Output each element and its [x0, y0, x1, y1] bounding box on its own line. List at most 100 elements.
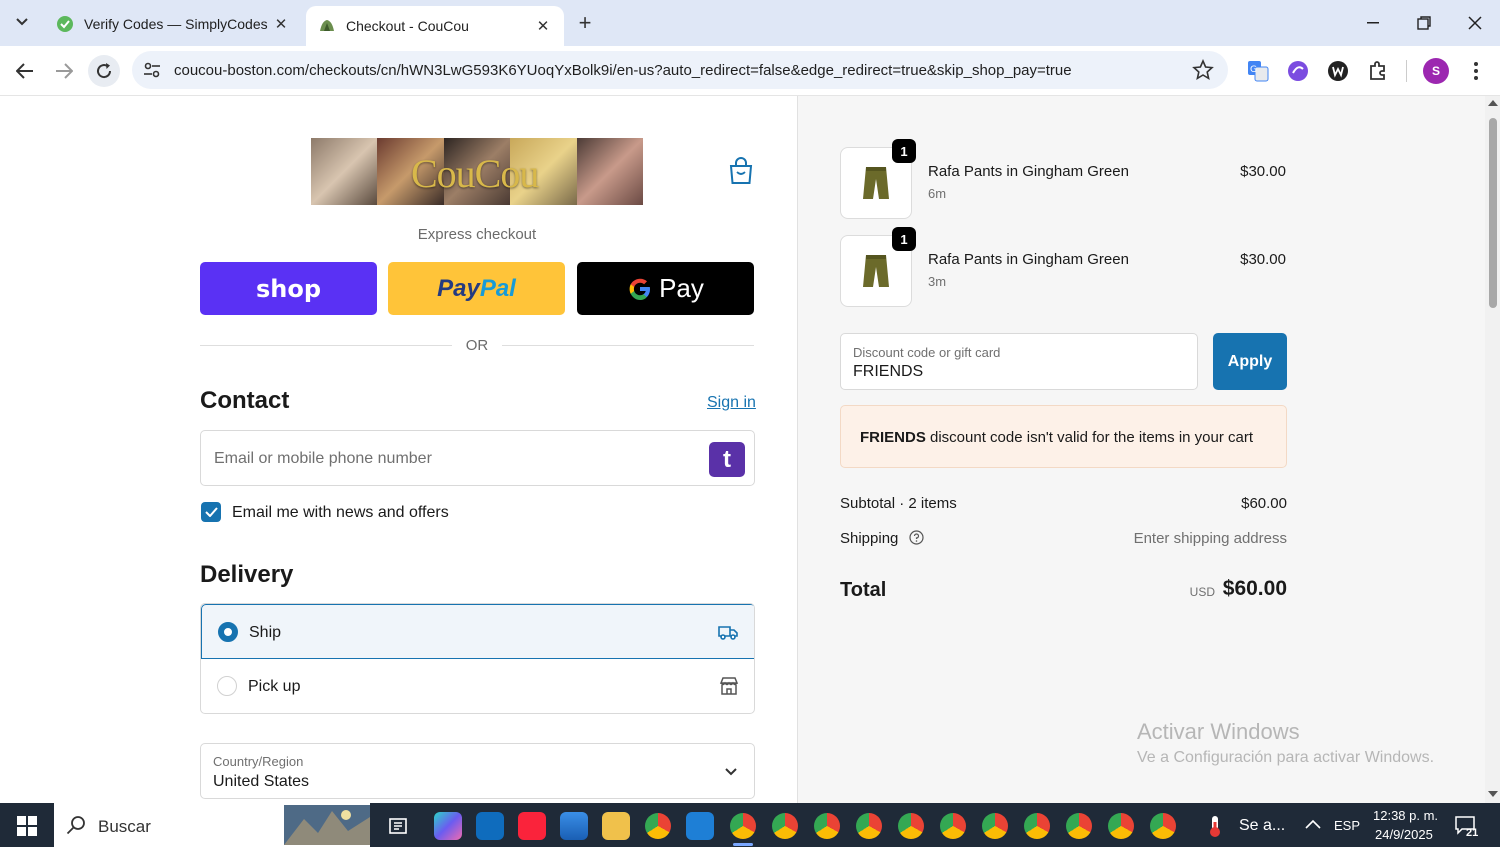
paypal-button[interactable]: Pay Pal — [388, 262, 565, 315]
back-button[interactable] — [9, 55, 41, 87]
close-icon — [1468, 16, 1482, 30]
chrome-profile-icon[interactable] — [1066, 813, 1092, 839]
chrome-profile-icon[interactable] — [982, 813, 1008, 839]
item-name: Rafa Pants in Gingham Green — [928, 251, 1129, 268]
arrow-left-icon — [16, 63, 33, 79]
apply-discount-button[interactable]: Apply — [1213, 333, 1287, 390]
chevron-down-icon — [16, 18, 28, 26]
delivery-option-pickup[interactable]: Pick up — [201, 659, 754, 713]
extensions-puzzle-icon[interactable] — [1365, 58, 1391, 84]
coucou-favicon-icon — [320, 20, 334, 31]
autofill-t-icon[interactable]: t — [709, 442, 745, 477]
item-variant: 6m — [928, 186, 947, 201]
active-app-indicator — [733, 843, 753, 846]
search-placeholder: Buscar — [98, 817, 151, 836]
close-window-button[interactable] — [1452, 6, 1498, 40]
address-bar[interactable]: coucou-boston.com/checkouts/cn/hWN3LwG59… — [132, 51, 1228, 89]
restore-icon — [1417, 16, 1431, 30]
taskbar-search[interactable]: Buscar — [54, 803, 370, 847]
pickup-label: Pick up — [248, 678, 301, 695]
extension-dark-icon[interactable] — [1325, 58, 1351, 84]
thermometer-icon[interactable] — [1206, 814, 1224, 838]
total-row: Total USD $60.00 — [840, 576, 1287, 606]
chevron-up-icon[interactable] — [1305, 819, 1321, 829]
extension-purple-glyph — [1288, 61, 1308, 81]
tab-checkout[interactable]: Checkout - CouCou ✕ — [306, 6, 564, 46]
chrome-icon[interactable] — [645, 813, 671, 839]
language-indicator[interactable]: ESP — [1334, 818, 1360, 833]
extension-purple-icon[interactable] — [1285, 58, 1311, 84]
tab-simplycodes[interactable]: Verify Codes — SimplyCodes ✕ — [44, 6, 302, 42]
scroll-up-arrow-icon[interactable] — [1488, 100, 1498, 106]
shipping-value: Enter shipping address — [1133, 530, 1287, 547]
pants-image-icon — [863, 167, 889, 199]
store-icon — [719, 677, 739, 695]
store-logo[interactable]: CouCou — [311, 138, 643, 205]
tab-search-button[interactable] — [8, 8, 36, 36]
chrome-profile-icon[interactable] — [1024, 813, 1050, 839]
arrow-right-icon — [56, 63, 73, 79]
task-view-icon[interactable] — [384, 812, 412, 840]
chrome-profile-icon[interactable] — [898, 813, 924, 839]
order-summary-column: 1 Rafa Pants in Gingham Green 6m $30.00 … — [797, 96, 1485, 803]
ship-label: Ship — [249, 624, 282, 641]
scroll-down-arrow-icon[interactable] — [1488, 791, 1498, 797]
new-tab-button[interactable]: + — [572, 10, 598, 36]
store-app-icon[interactable] — [560, 812, 588, 840]
copilot-icon[interactable] — [434, 812, 462, 840]
windows-taskbar: Buscar Se a... ESP 12:38 p. m. 24/9/2025… — [0, 803, 1500, 847]
google-translate-icon[interactable]: G — [1245, 58, 1271, 84]
country-select[interactable]: Country/Region United States — [200, 743, 755, 799]
chrome-profile-icon[interactable] — [772, 813, 798, 839]
chrome-profile-icon[interactable] — [1150, 813, 1176, 839]
pickup-radio[interactable] — [217, 676, 237, 696]
discount-error-banner: FRIENDS discount code isn't valid for th… — [840, 405, 1287, 468]
profile-avatar[interactable]: S — [1423, 58, 1449, 84]
page-scrollbar[interactable] — [1485, 96, 1500, 803]
cart-item: 1 Rafa Pants in Gingham Green 3m $30.00 — [840, 227, 1286, 307]
chrome-profile-icon[interactable] — [814, 813, 840, 839]
reload-button[interactable] — [88, 55, 120, 87]
shop-pay-button[interactable]: shop — [200, 262, 377, 315]
vscode-icon[interactable] — [686, 812, 714, 840]
ship-radio[interactable] — [218, 622, 238, 642]
delivery-heading: Delivery — [200, 561, 294, 588]
close-tab-icon[interactable]: ✕ — [534, 17, 552, 35]
browser-menu-icon[interactable] — [1463, 58, 1489, 84]
google-pay-button[interactable]: Pay — [577, 262, 754, 315]
chrome-profile-icon[interactable] — [730, 813, 756, 839]
chrome-profile-icon[interactable] — [856, 813, 882, 839]
minimize-button[interactable] — [1350, 6, 1396, 40]
sign-in-link[interactable]: Sign in — [707, 394, 756, 412]
outlook-icon[interactable] — [476, 812, 504, 840]
clock-time[interactable]: 12:38 p. m. — [1373, 808, 1438, 823]
chrome-profile-icon[interactable] — [1108, 813, 1134, 839]
file-explorer-icon[interactable] — [602, 812, 630, 840]
shipping-label: Shipping — [840, 530, 899, 547]
discount-code-input[interactable]: Discount code or gift card FRIENDS — [840, 333, 1198, 390]
forward-button[interactable] — [48, 55, 80, 87]
close-tab-icon[interactable]: ✕ — [272, 15, 290, 33]
help-circle-icon[interactable] — [908, 530, 924, 545]
scroll-thumb[interactable] — [1489, 118, 1497, 308]
paypal-label-a: Pay — [437, 274, 480, 302]
search-icon — [66, 816, 85, 835]
weather-text[interactable]: Se a... — [1239, 817, 1285, 835]
email-field[interactable]: Email or mobile phone number t — [200, 430, 755, 486]
bookmark-star-icon[interactable] — [1192, 59, 1214, 81]
restore-button[interactable] — [1401, 6, 1447, 40]
pants-image-icon — [863, 255, 889, 287]
start-button[interactable] — [8, 811, 46, 841]
or-label: OR — [465, 337, 489, 354]
delivery-option-ship[interactable]: Ship — [201, 604, 754, 659]
clock-date[interactable]: 24/9/2025 — [1375, 827, 1433, 842]
url-text[interactable]: coucou-boston.com/checkouts/cn/hWN3LwG59… — [174, 62, 1072, 79]
delivery-method-group: Ship Pick up — [200, 603, 755, 714]
chrome-profile-icon[interactable] — [940, 813, 966, 839]
newsletter-label[interactable]: Email me with news and offers — [232, 504, 449, 522]
tab-title: Verify Codes — SimplyCodes — [84, 16, 268, 32]
site-info-icon[interactable] — [142, 60, 162, 80]
newsletter-checkbox[interactable] — [201, 502, 221, 522]
music-app-icon[interactable] — [518, 812, 546, 840]
shopping-bag-icon[interactable] — [728, 157, 754, 185]
